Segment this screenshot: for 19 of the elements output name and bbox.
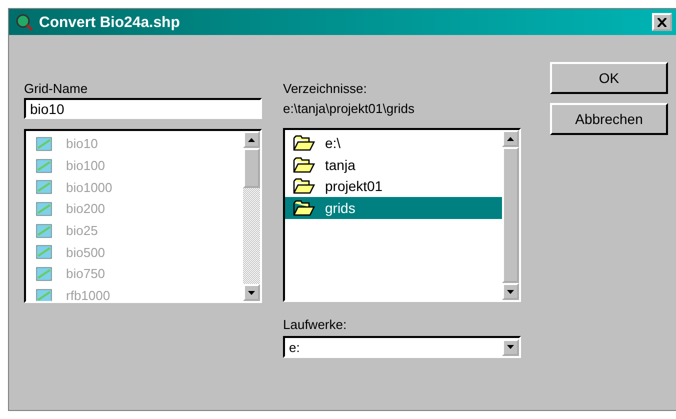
directory-name: projekt01 [325, 178, 383, 194]
directory-item[interactable]: projekt01 [285, 175, 502, 198]
field-label: Laufwerke: [283, 316, 348, 334]
directory-item[interactable]: tanja [285, 154, 502, 176]
directory-name: tanja [325, 156, 356, 173]
field-label: Grid-Name [24, 80, 89, 98]
ok-button[interactable]: OK [550, 62, 668, 94]
directory-item[interactable]: grids [285, 197, 502, 219]
directory-path: e:\tanja\projekt01\grids [283, 100, 416, 118]
field-label: Verzeichnisse: [283, 80, 368, 98]
directory-name: grids [325, 200, 356, 216]
directory-list[interactable]: e:\ tanja projekt01 grids [283, 128, 521, 302]
grid-name-field[interactable]: bio10 [24, 98, 262, 119]
window-title: Convert Bio24a.shp [39, 14, 181, 30]
directory-name: e:\ [325, 134, 341, 151]
drive-dropdown[interactable]: e: [283, 336, 521, 358]
cancel-button[interactable]: Abbrechen [550, 103, 668, 135]
dropdown-value: e: [288, 340, 300, 354]
directory-item[interactable]: e:\ [285, 132, 502, 154]
